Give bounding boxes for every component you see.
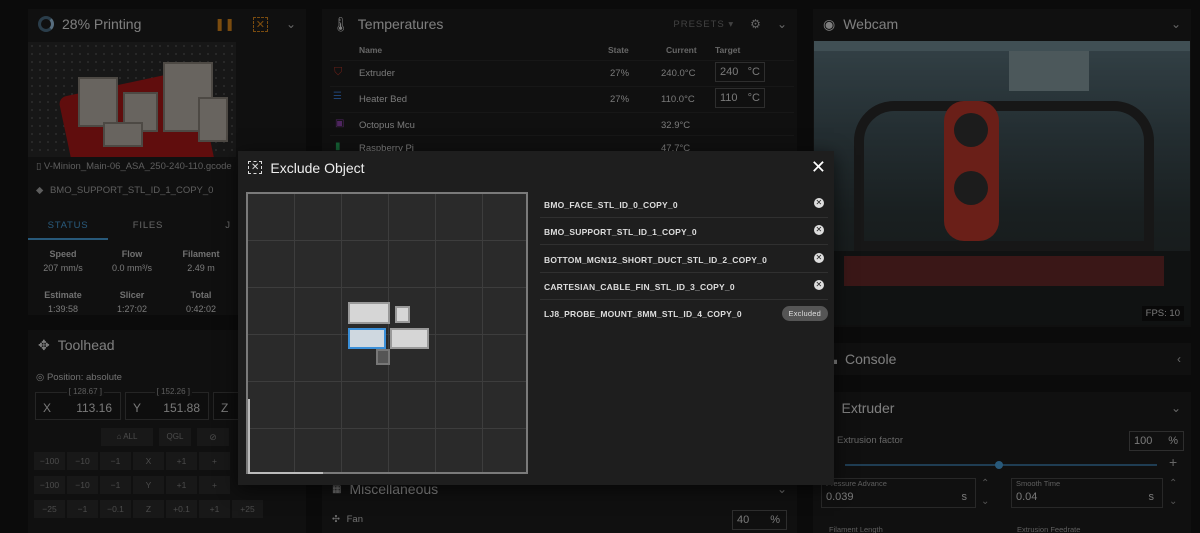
exclude-object-icon: ✕ bbox=[248, 161, 263, 174]
exclude-icon[interactable]: ✕ bbox=[814, 280, 824, 290]
object-map[interactable] bbox=[246, 192, 528, 474]
map-object-selected[interactable] bbox=[348, 328, 386, 349]
exclude-icon[interactable]: ✕ bbox=[814, 253, 824, 263]
axis-x-icon bbox=[248, 472, 323, 474]
list-item[interactable]: CARTESIAN_CABLE_FIN_STL_ID_3_COPY_0 ✕ bbox=[540, 273, 828, 300]
exclude-icon[interactable]: ✕ bbox=[814, 198, 824, 208]
exclude-object-dialog: ✕ Exclude Object ✕ BMO_FACE_STL_ID_0_COP… bbox=[238, 151, 834, 485]
list-item[interactable]: BMO_SUPPORT_STL_ID_1_COPY_0 ✕ bbox=[540, 218, 828, 245]
list-item[interactable]: LJ8_PROBE_MOUNT_8MM_STL_ID_4_COPY_0 Exclu… bbox=[540, 300, 828, 327]
exclude-icon[interactable]: ✕ bbox=[814, 225, 824, 235]
axis-y-icon bbox=[248, 399, 250, 474]
map-object[interactable] bbox=[348, 302, 390, 324]
list-item[interactable]: BOTTOM_MGN12_SHORT_DUCT_STL_ID_2_COPY_0 ✕ bbox=[540, 246, 828, 273]
list-item[interactable]: BMO_FACE_STL_ID_0_COPY_0 ✕ bbox=[540, 191, 828, 218]
map-object-excluded[interactable] bbox=[376, 349, 390, 365]
dialog-title: Exclude Object bbox=[270, 159, 365, 176]
map-object[interactable] bbox=[395, 306, 410, 323]
excluded-badge: Excluded bbox=[781, 306, 828, 321]
close-icon[interactable]: ✕ bbox=[811, 157, 826, 178]
map-object[interactable] bbox=[390, 328, 429, 349]
dialog-header: ✕ Exclude Object bbox=[238, 151, 834, 184]
